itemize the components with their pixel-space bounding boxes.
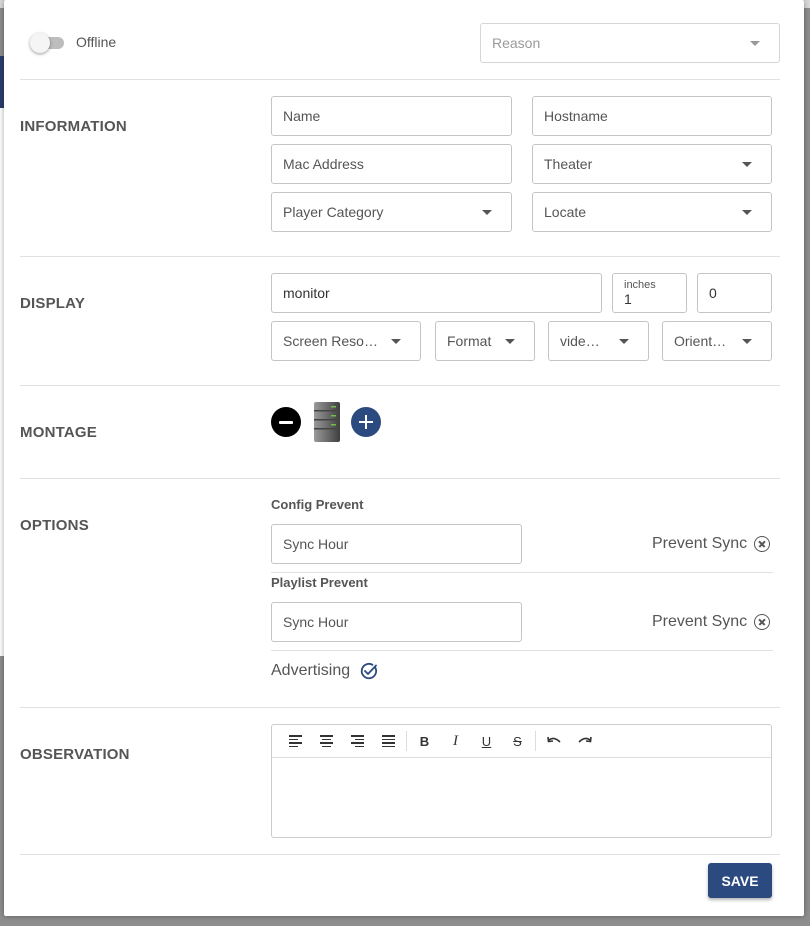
video-value: video…: [560, 333, 608, 349]
mac-address-field[interactable]: Mac Address: [271, 144, 512, 184]
locate-select[interactable]: Locate: [532, 192, 772, 232]
theater-value: Theater: [544, 156, 593, 172]
orientation-select[interactable]: Orienta…: [662, 321, 772, 361]
player-category-value: Player Category: [283, 204, 384, 220]
player-edit-dialog: Offline Reason INFORMATION Name Hostname…: [4, 0, 804, 916]
reason-select[interactable]: Reason: [480, 23, 780, 63]
inches-value: 1: [624, 291, 632, 307]
chevron-down-icon: [742, 338, 752, 344]
divider: [271, 650, 773, 651]
divider: [20, 478, 780, 479]
divider: [20, 79, 780, 80]
chevron-down-icon: [391, 338, 401, 344]
offline-toggle[interactable]: [30, 33, 64, 53]
align-left-icon: [289, 735, 302, 747]
screen-resolution-value: Screen Resol…: [283, 333, 382, 349]
playlist-prevent-sync-close-icon[interactable]: [754, 614, 770, 630]
align-justify-icon: [382, 735, 395, 747]
hostname-placeholder: Hostname: [544, 108, 608, 124]
redo-button[interactable]: [569, 725, 600, 757]
playlist-sync-hour-placeholder: Sync Hour: [283, 614, 349, 630]
chevron-down-icon: [742, 161, 752, 167]
config-prevent-sync-label: Prevent Sync: [652, 535, 748, 552]
save-button[interactable]: SAVE: [708, 863, 772, 898]
align-right-button[interactable]: [342, 725, 373, 757]
add-montage-button[interactable]: [351, 407, 381, 437]
align-right-icon: [351, 735, 364, 747]
chevron-down-icon: [742, 209, 752, 215]
theater-select[interactable]: Theater: [532, 144, 772, 184]
monitor-value: monitor: [283, 285, 330, 301]
chevron-down-icon: [482, 209, 492, 215]
bold-button[interactable]: B: [409, 725, 440, 757]
config-sync-hour-placeholder: Sync Hour: [283, 536, 349, 552]
config-prevent-heading: Config Prevent: [271, 497, 364, 512]
chevron-down-icon: [619, 338, 629, 344]
section-label-options: OPTIONS: [20, 517, 89, 534]
hostname-field[interactable]: Hostname: [532, 96, 772, 136]
format-select[interactable]: Format: [435, 321, 535, 361]
monitor-field[interactable]: monitor: [271, 273, 602, 313]
inches-field[interactable]: inches 1: [612, 273, 687, 313]
divider: [20, 707, 780, 708]
orientation-value: Orienta…: [674, 333, 734, 349]
format-value: Format: [447, 333, 492, 349]
align-center-button[interactable]: [311, 725, 342, 757]
chevron-down-icon: [750, 40, 760, 46]
underline-button[interactable]: U: [471, 725, 502, 757]
inches-label: inches: [624, 279, 656, 291]
undo-button[interactable]: [538, 725, 569, 757]
offline-label: Offline: [76, 34, 117, 50]
editor-toolbar: B I U S: [272, 725, 771, 758]
extra-number-field[interactable]: 0: [697, 273, 772, 313]
remove-montage-button[interactable]: [271, 407, 301, 437]
undo-icon: [546, 736, 561, 743]
mac-address-placeholder: Mac Address: [283, 156, 364, 172]
extra-number-value: 0: [709, 285, 717, 301]
observation-editor: B I U S: [271, 724, 772, 838]
toolbar-separator: [535, 731, 536, 751]
section-label-display: DISPLAY: [20, 295, 86, 312]
player-category-select[interactable]: Player Category: [271, 192, 512, 232]
align-center-icon: [320, 735, 333, 747]
check-circle-icon[interactable]: [360, 662, 378, 680]
server-icon: [314, 402, 340, 442]
redo-icon: [577, 736, 592, 743]
reason-placeholder: Reason: [492, 35, 541, 51]
minus-icon: [279, 420, 293, 424]
screen-resolution-select[interactable]: Screen Resol…: [271, 321, 421, 361]
divider: [271, 572, 773, 573]
config-sync-hour-field[interactable]: Sync Hour: [271, 524, 522, 564]
italic-button[interactable]: I: [440, 725, 471, 757]
section-label-observation: OBSERVATION: [20, 746, 130, 763]
editor-content-area[interactable]: [272, 758, 771, 838]
section-label-information: INFORMATION: [20, 118, 127, 135]
advertising-label: Advertising: [271, 662, 351, 679]
divider: [20, 854, 780, 855]
playlist-sync-hour-field[interactable]: Sync Hour: [271, 602, 522, 642]
align-justify-button[interactable]: [373, 725, 404, 757]
playlist-prevent-sync-label: Prevent Sync: [652, 613, 748, 630]
divider: [20, 256, 780, 257]
chevron-down-icon: [505, 338, 515, 344]
align-left-button[interactable]: [280, 725, 311, 757]
divider: [20, 385, 780, 386]
config-prevent-sync-close-icon[interactable]: [754, 536, 770, 552]
toolbar-separator: [406, 731, 407, 751]
strikethrough-button[interactable]: S: [502, 725, 533, 757]
name-field[interactable]: Name: [271, 96, 512, 136]
section-label-montage: MONTAGE: [20, 424, 97, 441]
video-select[interactable]: video…: [548, 321, 649, 361]
playlist-prevent-heading: Playlist Prevent: [271, 575, 368, 590]
name-placeholder: Name: [283, 108, 321, 124]
locate-value: Locate: [544, 204, 587, 220]
